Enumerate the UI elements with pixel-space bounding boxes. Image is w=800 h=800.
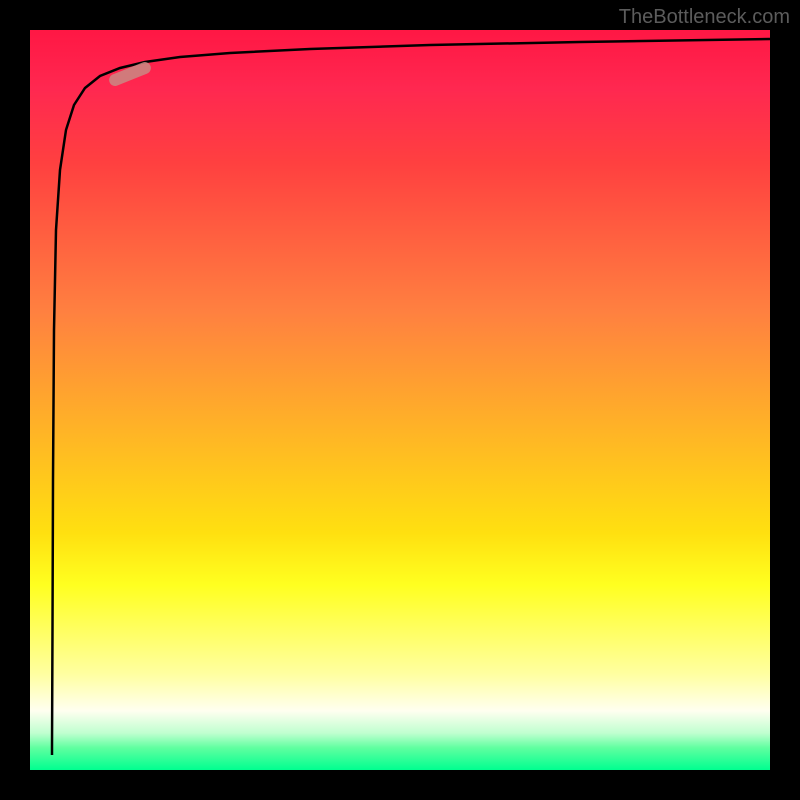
x-axis-area [0, 770, 800, 800]
y-axis-area [0, 30, 30, 770]
bottleneck-curve-line [52, 39, 770, 755]
curve-overlay [30, 30, 770, 770]
watermark-text: TheBottleneck.com [619, 6, 790, 29]
